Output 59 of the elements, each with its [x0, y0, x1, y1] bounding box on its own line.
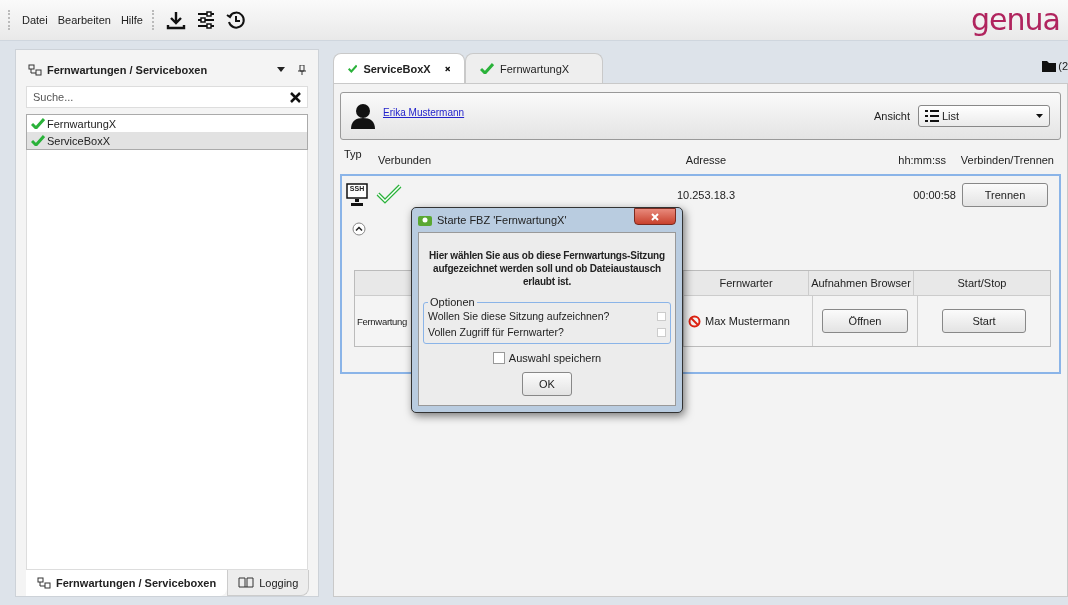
checkbox[interactable] — [657, 327, 666, 337]
menu-item[interactable]: Bearbeiten — [56, 14, 112, 26]
pin-icon[interactable] — [298, 65, 306, 75]
user-link[interactable]: Erika Mustermann — [383, 107, 465, 118]
time-cell-text: 00:00:58 — [912, 189, 956, 201]
operator-name: Max Mustermann — [705, 315, 790, 327]
column-header: Verbinden/Trennen — [959, 154, 1054, 166]
book-icon — [238, 577, 255, 588]
tree-icon — [37, 576, 51, 589]
tab[interactable]: Fernwartungen / Serviceboxen — [26, 570, 228, 596]
close-icon[interactable] — [290, 92, 301, 103]
column-header: Start/Stop — [913, 271, 1050, 295]
dialog-message: Hier wählen Sie aus ob diese Fernwartungs-Sitzung aufgezeichnet werden soll und ob Dateiaustausch erlaubt ist. — [428, 249, 666, 288]
history-icon[interactable] — [225, 10, 246, 30]
open-button[interactable]: Öffnen — [822, 309, 908, 333]
tree-icon — [28, 64, 42, 76]
search-field[interactable]: Suche... — [26, 86, 308, 108]
person-icon — [351, 103, 375, 129]
start-button[interactable]: Start — [942, 309, 1026, 333]
close-icon — [651, 212, 659, 221]
option-label: Wollen Sie diese Sitzung aufzeichnen? — [428, 310, 610, 322]
folder-icon[interactable] — [1042, 60, 1057, 72]
ok-button[interactable]: OK — [522, 372, 572, 396]
disconnect-button[interactable]: Trennen — [962, 183, 1048, 207]
tab[interactable]: Logging — [227, 570, 310, 596]
tab[interactable]: FernwartungX — [465, 53, 603, 83]
close-icon[interactable] — [444, 64, 450, 73]
column-header: Typ — [344, 148, 363, 162]
panel-title: Fernwartungen / Serviceboxen — [47, 64, 209, 76]
list-icon — [925, 110, 939, 122]
count-label: (2 — [1058, 60, 1068, 72]
download-icon[interactable] — [165, 10, 186, 30]
checkbox-label: Auswahl speichern — [508, 352, 602, 364]
column-header: Verbunden — [378, 154, 433, 166]
column-header: Aufnahmen Browser — [808, 271, 913, 295]
dialog-title: Starte FBZ 'FernwartungX' — [437, 214, 567, 226]
sliders-icon[interactable] — [195, 10, 216, 30]
terminal-icon — [346, 183, 368, 207]
dropdown-icon — [1036, 113, 1043, 119]
checkbox[interactable] — [492, 352, 505, 364]
view-dropdown[interactable]: List — [918, 105, 1050, 127]
checkbox[interactable] — [657, 311, 666, 321]
table-cell: Fernwartung — [357, 315, 408, 327]
menu-item[interactable]: Hilfe — [119, 14, 144, 26]
list-item[interactable]: FernwartungX — [27, 115, 307, 132]
app-icon — [418, 214, 432, 226]
address-cell-text: 10.253.18.3 — [675, 189, 737, 201]
collapse-icon[interactable] — [352, 222, 366, 236]
view-label: Ansicht — [873, 110, 910, 122]
column-header: hh:mm:ss — [897, 154, 946, 166]
logo: genua — [971, 5, 1060, 35]
option-label: Vollen Zugriff für Fernwarter? — [428, 326, 564, 338]
menu-item[interactable]: Datei — [21, 14, 49, 26]
column-header: Adresse — [684, 154, 728, 166]
tab[interactable]: ServiceBoxX — [333, 53, 465, 83]
close-button[interactable] — [634, 208, 676, 225]
list-item[interactable]: ServiceBoxX — [27, 132, 307, 149]
dropdown-icon[interactable] — [277, 67, 285, 73]
group-title: Optionen — [429, 296, 476, 308]
